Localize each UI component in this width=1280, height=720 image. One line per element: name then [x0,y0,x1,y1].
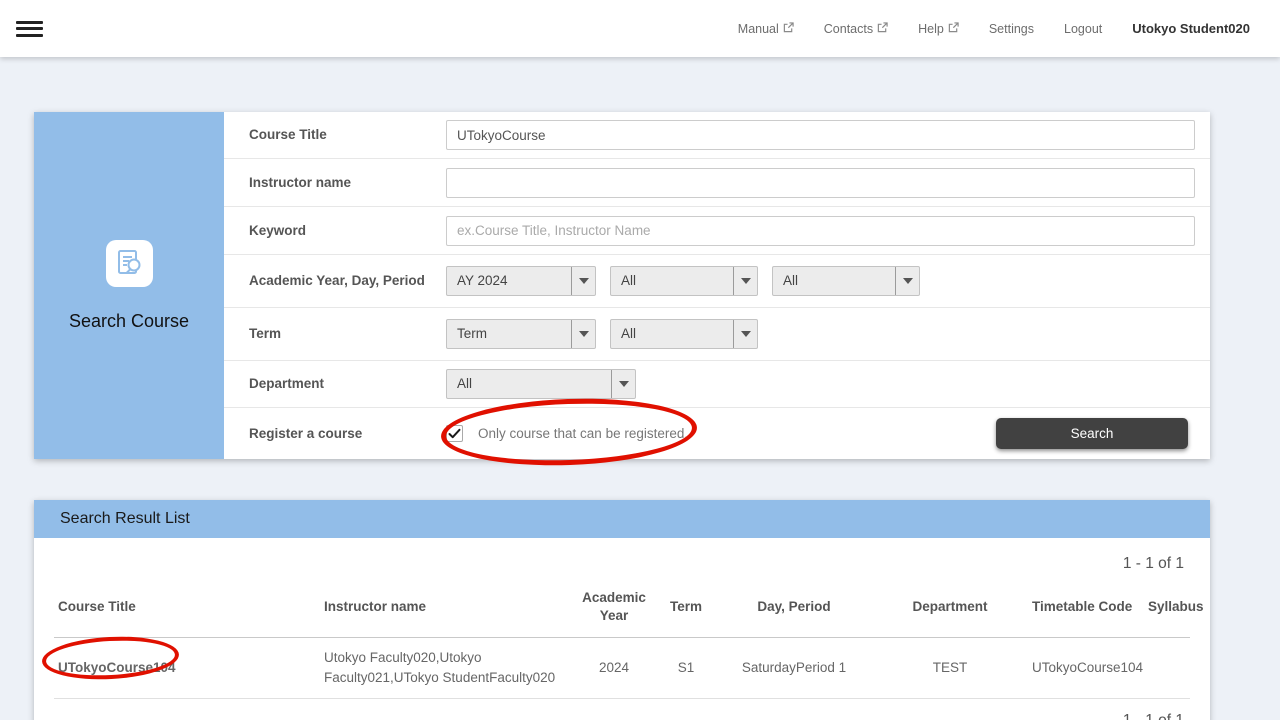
external-link-icon [783,22,794,33]
academic-year-value: AY 2024 [447,267,571,295]
department-select[interactable]: All [446,369,636,399]
results-header-row: Course Title Instructor name Academic Ye… [54,583,1190,638]
cell-timetable-code: UTokyoCourse104 [1028,638,1144,698]
chevron-down-icon [733,320,757,348]
results-table: Course Title Instructor name Academic Ye… [54,583,1190,699]
chevron-down-icon [571,320,595,348]
search-course-icon [106,240,153,287]
keyword-label: Keyword [249,222,446,240]
form-row-ay-day-period: Academic Year, Day, Period AY 2024 All A… [224,255,1210,308]
keyword-input[interactable] [446,216,1195,246]
nav-logout[interactable]: Logout [1064,22,1102,36]
chevron-down-icon [733,267,757,295]
external-link-icon [948,22,959,33]
cell-instructor: Utokyo Faculty020,Utokyo Faculty021,UTok… [320,638,572,698]
col-header-course-title: Course Title [54,583,320,638]
nav-manual-label: Manual [738,22,779,36]
term-sub-value: All [611,320,733,348]
table-row: UTokyoCourse104 Utokyo Faculty020,Utokyo… [54,638,1190,698]
col-header-term: Term [656,583,716,638]
nav-help[interactable]: Help [918,22,959,36]
term-value: Term [447,320,571,348]
form-row-department: Department All [224,361,1210,408]
search-result-panel: Search Result List 1 - 1 of 1 Course Tit… [34,500,1210,720]
form-row-keyword: Keyword [224,207,1210,255]
cell-day-period: SaturdayPeriod 1 [716,638,872,698]
form-row-course-title: Course Title [224,112,1210,159]
instructor-name-input[interactable] [446,168,1195,198]
panel-title: Search Course [69,311,189,332]
top-navigation: Manual Contacts Help Settings Logout Uto… [738,0,1250,57]
col-header-syllabus: Syllabus [1144,583,1190,638]
register-checkbox-label: Only course that can be registered. [478,426,688,441]
term-sub-select[interactable]: All [610,319,758,349]
cell-academic-year: 2024 [572,638,656,698]
result-count-bottom: 1 - 1 of 1 [34,712,1210,720]
search-button[interactable]: Search [996,418,1188,449]
logged-in-user[interactable]: Utokyo Student020 [1132,21,1250,36]
academic-year-select[interactable]: AY 2024 [446,266,596,296]
col-header-day-period: Day, Period [716,583,872,638]
period-select[interactable]: All [772,266,920,296]
term-select[interactable]: Term [446,319,596,349]
cell-term: S1 [656,638,716,698]
search-form: Course Title Instructor name Keyword Aca… [224,112,1210,459]
nav-logout-label: Logout [1064,22,1102,36]
search-course-panel: Search Course Course Title Instructor na… [34,112,1210,459]
form-row-instructor: Instructor name [224,159,1210,207]
nav-contacts-label: Contacts [824,22,873,36]
form-row-term: Term Term All [224,308,1210,361]
day-value: All [611,267,733,295]
department-label: Department [249,375,446,393]
chevron-down-icon [895,267,919,295]
day-select[interactable]: All [610,266,758,296]
course-title-label: Course Title [249,126,446,144]
register-only-checkbox[interactable] [446,425,463,442]
department-value: All [447,370,611,398]
chevron-down-icon [611,370,635,398]
col-header-timetable-code: Timetable Code [1028,583,1144,638]
term-label: Term [249,325,446,343]
period-value: All [773,267,895,295]
ay-day-period-label: Academic Year, Day, Period [249,272,446,290]
form-row-register: Register a course Only course that can b… [224,408,1210,459]
nav-contacts[interactable]: Contacts [824,22,888,36]
results-title: Search Result List [60,510,190,528]
col-header-instructor: Instructor name [320,583,572,638]
register-course-label: Register a course [249,425,446,443]
col-header-academic-year: Academic Year [572,583,656,638]
cell-course-title[interactable]: UTokyoCourse104 [54,638,320,698]
hamburger-menu-icon[interactable] [16,17,43,39]
search-course-sidebar: Search Course [34,112,224,459]
nav-settings-label: Settings [989,22,1034,36]
nav-settings[interactable]: Settings [989,22,1034,36]
nav-help-label: Help [918,22,944,36]
checkmark-icon [448,427,461,440]
result-count-top: 1 - 1 of 1 [34,555,1210,573]
external-link-icon [877,22,888,33]
cell-department: TEST [872,638,1028,698]
instructor-name-label: Instructor name [249,174,446,192]
search-result-header: Search Result List [34,500,1210,538]
col-header-department: Department [872,583,1028,638]
top-bar: Manual Contacts Help Settings Logout Uto… [0,0,1280,57]
course-title-input[interactable] [446,120,1195,150]
cell-syllabus [1144,638,1190,698]
nav-manual[interactable]: Manual [738,22,794,36]
chevron-down-icon [571,267,595,295]
